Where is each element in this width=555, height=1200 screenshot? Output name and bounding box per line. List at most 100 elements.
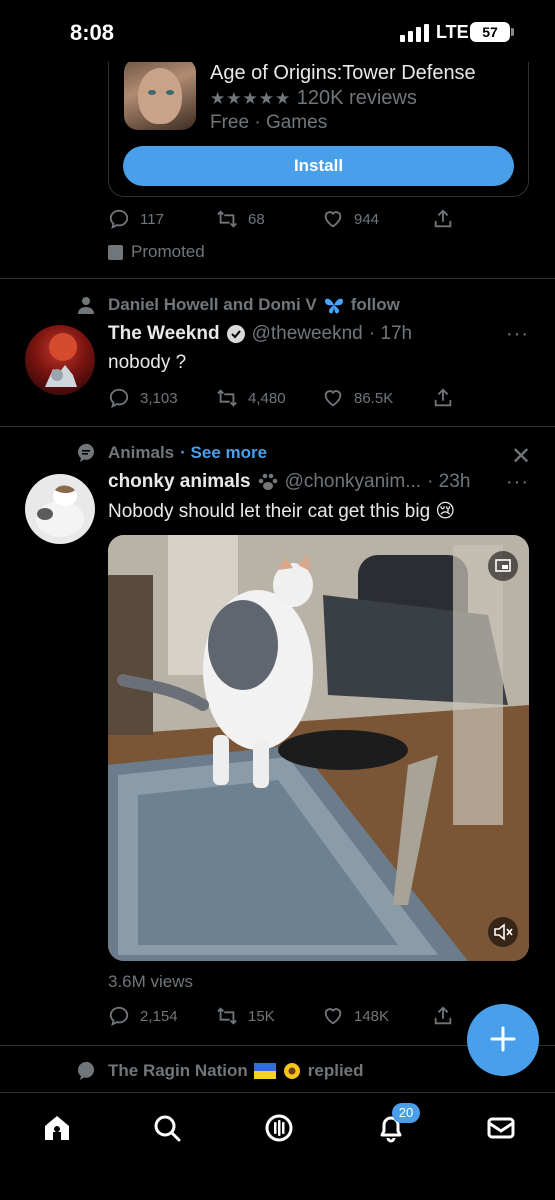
tweet-time: · 23h	[427, 471, 471, 492]
crying-emoji-icon: 😢	[435, 501, 456, 522]
install-button[interactable]: Install	[123, 146, 514, 186]
reply-button[interactable]: 117	[108, 207, 164, 231]
reply-icon	[109, 209, 129, 229]
reply-button[interactable]: 3,103	[108, 386, 178, 410]
cat-avatar-art	[36, 485, 84, 537]
close-icon[interactable]: ✕	[511, 442, 531, 471]
retweet-count: 68	[248, 210, 265, 228]
reply-button[interactable]: 2,154	[108, 1004, 178, 1028]
mute-icon[interactable]	[488, 917, 518, 947]
share-button[interactable]	[432, 1004, 454, 1028]
verified-badge-icon	[226, 325, 245, 343]
tweet-actions: 2,154 15K 148K	[108, 1004, 458, 1028]
network-label: LTE	[436, 22, 469, 42]
like-count: 944	[354, 210, 380, 228]
topic-icon	[78, 443, 94, 462]
author-name[interactable]: The Weeknd	[108, 323, 220, 345]
social-context-suffix: follow	[350, 295, 400, 314]
avatar[interactable]	[25, 474, 95, 544]
plus-icon	[490, 1026, 516, 1052]
search-icon[interactable]	[150, 1111, 184, 1145]
reply-count: 117	[140, 210, 164, 228]
like-button[interactable]: 148K	[322, 1004, 389, 1028]
heart-icon	[324, 390, 342, 407]
ad-reviews: 120K reviews	[296, 87, 417, 109]
view-count: 3.6M views	[108, 972, 194, 991]
share-button[interactable]	[432, 207, 454, 231]
tweet-video[interactable]	[108, 535, 529, 961]
share-icon	[434, 388, 452, 407]
ad-actions: 117 68 944	[108, 207, 458, 231]
retweet-button[interactable]: 68	[216, 207, 265, 231]
paw-emoji-icon	[258, 473, 277, 490]
battery-icon: 57	[470, 22, 510, 42]
divider	[0, 278, 555, 279]
reply-icon	[109, 388, 129, 408]
author-handle[interactable]: @chonkyanim...	[285, 471, 422, 493]
author-handle[interactable]: @theweeknd	[252, 323, 363, 345]
sunflower-icon	[283, 1063, 300, 1079]
spaces-icon[interactable]	[262, 1111, 296, 1145]
retweet-icon	[217, 210, 237, 228]
reply-context-name: The Ragin Nation	[108, 1061, 248, 1080]
like-button[interactable]: 944	[322, 207, 379, 231]
signal-icon	[400, 24, 429, 42]
tweet-header: chonky animals @chonkyanim... · 23h	[108, 471, 470, 493]
like-button[interactable]: 86.5K	[322, 386, 393, 410]
app-icon[interactable]	[124, 58, 196, 130]
retweet-count: 4,480	[248, 389, 286, 407]
ukraine-flag-icon	[253, 1063, 276, 1079]
promoted-text: Promoted	[131, 242, 205, 261]
rating-stars-icon: ★★★★★	[210, 89, 292, 108]
more-options-icon[interactable]: ···	[506, 471, 529, 494]
ad-app-title[interactable]: Age of Origins:Tower Defense	[210, 62, 476, 85]
tweet-text-body: Nobody should let their cat get this big	[108, 501, 431, 522]
tweet-text: nobody ?	[108, 352, 187, 373]
reply-context[interactable]: The Ragin Nation replied	[108, 1061, 364, 1081]
avatar[interactable]	[25, 325, 95, 395]
reply-count: 3,103	[140, 389, 178, 407]
battery-tip	[511, 28, 514, 36]
ad-meta: Free · Games	[210, 112, 328, 133]
tweet-text: Nobody should let their cat get this big…	[108, 500, 455, 523]
reply-count: 2,154	[140, 1007, 178, 1025]
bottom-nav: 20	[0, 1092, 555, 1200]
promoted-label: Promoted	[108, 242, 205, 262]
video-frame	[108, 535, 529, 961]
reply-icon	[109, 1006, 129, 1026]
see-more-link[interactable]: · See more	[180, 443, 267, 463]
promoted-icon	[108, 244, 123, 260]
share-icon	[434, 1006, 452, 1025]
notification-badge: 20	[392, 1103, 420, 1123]
like-count: 148K	[354, 1007, 390, 1025]
picture-in-picture-icon[interactable]	[488, 551, 518, 581]
share-button[interactable]	[432, 386, 454, 410]
retweet-button[interactable]: 4,480	[216, 386, 286, 410]
topic-name[interactable]: Animals	[108, 443, 174, 463]
person-icon	[78, 297, 94, 314]
status-bar: 8:08 LTE 57	[0, 0, 555, 62]
reply-context-suffix: replied	[307, 1061, 364, 1080]
retweet-count: 15K	[248, 1007, 275, 1025]
compose-tweet-button[interactable]	[467, 1004, 539, 1076]
divider	[0, 426, 555, 427]
avatar-art	[45, 333, 77, 387]
social-context-names: Daniel Howell and Domi V	[108, 295, 317, 314]
heart-icon	[324, 1008, 342, 1025]
topic-context: Animals · See more	[108, 443, 267, 463]
like-count: 86.5K	[354, 389, 394, 407]
home-icon[interactable]	[40, 1111, 74, 1145]
more-options-icon[interactable]: ···	[506, 323, 529, 346]
reply-context-icon	[78, 1061, 94, 1080]
tweet-time: · 17h	[368, 323, 413, 344]
social-context[interactable]: Daniel Howell and Domi V follow	[108, 295, 400, 315]
retweet-icon	[217, 389, 237, 407]
status-time: 8:08	[70, 20, 115, 45]
messages-icon[interactable]	[484, 1111, 518, 1145]
tweet-actions: 3,103 4,480 86.5K	[108, 386, 458, 410]
retweet-button[interactable]: 15K	[216, 1004, 275, 1028]
share-icon	[434, 209, 452, 228]
tweet-header: The Weeknd @theweeknd · 17h	[108, 323, 412, 345]
heart-icon	[324, 211, 342, 228]
author-name[interactable]: chonky animals	[108, 471, 251, 493]
